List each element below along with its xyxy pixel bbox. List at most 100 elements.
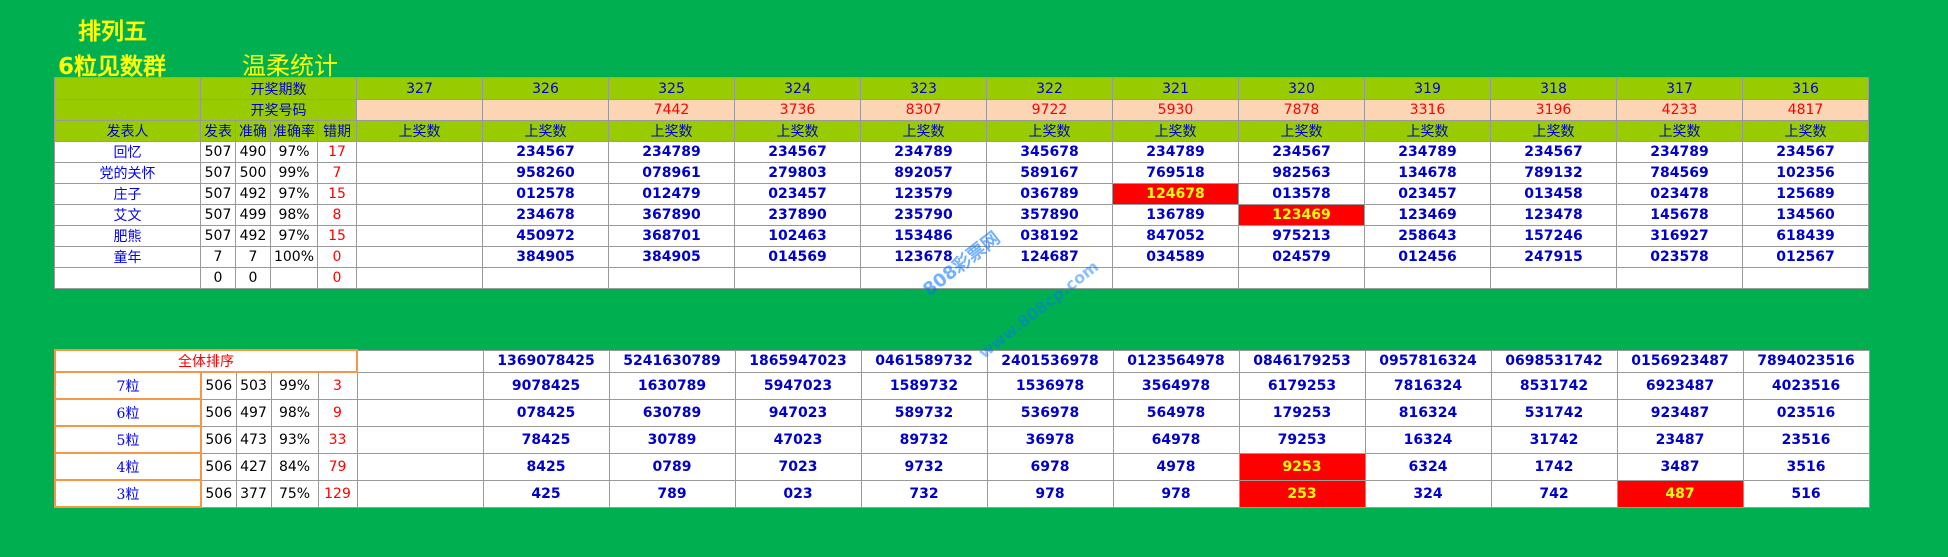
presenter-name: 艾文 — [54, 204, 201, 226]
code-cell: 8307 — [860, 99, 987, 121]
publish-count: 507 — [200, 183, 236, 205]
ranking-row: 7粒 506 503 99% 3 9078425 1630789 5947023 1589732… — [54, 371, 1870, 400]
prediction-cell: 234567 — [1238, 141, 1365, 163]
prediction-cell: 784569 — [1616, 162, 1743, 184]
accuracy-rate: 97% — [270, 141, 318, 163]
prediction-cell: 247915 — [1490, 246, 1617, 268]
accuracy-rate: 98% — [270, 204, 318, 226]
prediction-cell: 123579 — [860, 183, 987, 205]
prediction-cell: 023478 — [1616, 183, 1743, 205]
publish-count: 506 — [200, 452, 237, 481]
ranking-cell: 978 — [1112, 479, 1240, 508]
miss-count: 79 — [317, 452, 358, 481]
prediction-cell: 384905 — [608, 246, 735, 268]
period-cell: 322 — [986, 77, 1113, 100]
publish-count: 507 — [200, 162, 236, 184]
miss-count: 7 — [317, 162, 357, 184]
prediction-cell: 345678 — [986, 141, 1113, 163]
prediction-cell — [356, 225, 483, 247]
prediction-cell: 124678 — [1112, 183, 1239, 205]
period-label: 开奖期数 — [200, 77, 357, 100]
presenter-name: 庄子 — [54, 183, 201, 205]
publish-count: 507 — [200, 225, 236, 247]
ranking-row: 6粒 506 497 98% 9 078425 630789 947023 589732 5369… — [54, 398, 1870, 427]
col-rate: 准确率 — [270, 120, 318, 142]
ranking-cell: 1589732 — [860, 371, 988, 400]
prediction-cell: 012456 — [1364, 246, 1491, 268]
prediction-cell: 123469 — [1364, 204, 1491, 226]
ranking-cell: 8531742 — [1490, 371, 1618, 400]
ranking-cell: 78425 — [482, 425, 610, 454]
code-cell: 7442 — [608, 99, 735, 121]
prediction-cell: 134560 — [1742, 204, 1869, 226]
prediction-cell: 123478 — [1490, 204, 1617, 226]
ranking-cell: 6324 — [1364, 452, 1492, 481]
prize-label: 上奖数 — [860, 120, 987, 142]
ranking-cell: 425 — [482, 479, 610, 508]
ranking-cell: 89732 — [860, 425, 988, 454]
miss-count: 0 — [317, 267, 357, 289]
prediction-cell — [356, 246, 483, 268]
ranking-full-cell: 1865947023 — [734, 349, 862, 373]
prediction-cell — [1364, 267, 1491, 289]
miss-count: 17 — [317, 141, 357, 163]
prediction-cell — [734, 267, 861, 289]
period-cell: 326 — [482, 77, 609, 100]
prediction-cell: 036789 — [986, 183, 1113, 205]
correct-count: 7 — [235, 246, 271, 268]
presenter-row: 艾文 507 499 98% 8 234678 367890 237890 235790 3578… — [54, 204, 1869, 226]
prediction-cell: 012567 — [1742, 246, 1869, 268]
ranking-row: 3粒 506 377 75% 129 425 789 023 732 978 978 253 324 74… — [54, 479, 1870, 508]
ranking-cell: 487 — [1616, 479, 1744, 508]
prediction-cell: 145678 — [1616, 204, 1743, 226]
prediction-cell: 012479 — [608, 183, 735, 205]
prediction-cell: 078961 — [608, 162, 735, 184]
ranking-full-cell — [356, 349, 484, 373]
title-main: 排列五 — [78, 19, 147, 45]
prediction-cell — [1490, 267, 1617, 289]
ranking-cell: 6923487 — [1616, 371, 1744, 400]
publish-count: 507 — [200, 204, 236, 226]
correct-count: 499 — [235, 204, 271, 226]
column-header-row: 发表人 发表 准确 准确率 错期 上奖数 上奖数 上奖数 上奖数 上奖数 上奖数… — [54, 120, 1869, 142]
miss-count: 8 — [317, 204, 357, 226]
presenter-name: 肥熊 — [54, 225, 201, 247]
ranking-full-cell: 7894023516 — [1742, 349, 1870, 373]
prediction-cell: 023457 — [1364, 183, 1491, 205]
ranking-name: 6粒 — [54, 398, 202, 427]
prediction-cell — [608, 267, 735, 289]
ranking-cell: 630789 — [608, 398, 736, 427]
presenter-name: 童年 — [54, 246, 201, 268]
ranking-cell: 078425 — [482, 398, 610, 427]
correct-count: 490 — [235, 141, 271, 163]
ranking-cell: 742 — [1490, 479, 1618, 508]
ranking-cell: 732 — [860, 479, 988, 508]
presenter-label: 发表人 — [54, 120, 201, 142]
publish-count: 506 — [200, 479, 237, 508]
prediction-cell: 234789 — [1364, 141, 1491, 163]
accuracy-rate: 75% — [270, 479, 319, 508]
miss-count: 15 — [317, 225, 357, 247]
code-cell: 3196 — [1490, 99, 1617, 121]
correct-count: 427 — [235, 452, 272, 481]
ranking-cell: 923487 — [1616, 398, 1744, 427]
ranking-name: 5粒 — [54, 425, 202, 454]
period-cell: 323 — [860, 77, 987, 100]
period-cell: 316 — [1742, 77, 1869, 100]
prediction-cell: 258643 — [1364, 225, 1491, 247]
prediction-cell: 975213 — [1238, 225, 1365, 247]
ranking-full-cell: 2401536978 — [986, 349, 1114, 373]
ranking-full-cell: 0698531742 — [1490, 349, 1618, 373]
prediction-cell — [1616, 267, 1743, 289]
ranking-cell: 536978 — [986, 398, 1114, 427]
code-row: 开奖号码 7442 3736 8307 9722 5930 7878 3316 … — [54, 99, 1869, 121]
miss-count: 129 — [317, 479, 358, 508]
presenter-name: 党的关怀 — [54, 162, 201, 184]
ranking-name: 4粒 — [54, 452, 202, 481]
ranking-cell: 816324 — [1364, 398, 1492, 427]
prediction-cell: 234567 — [734, 141, 861, 163]
accuracy-rate: 97% — [270, 225, 318, 247]
prediction-cell: 316927 — [1616, 225, 1743, 247]
prize-label: 上奖数 — [1490, 120, 1617, 142]
prize-label: 上奖数 — [1238, 120, 1365, 142]
